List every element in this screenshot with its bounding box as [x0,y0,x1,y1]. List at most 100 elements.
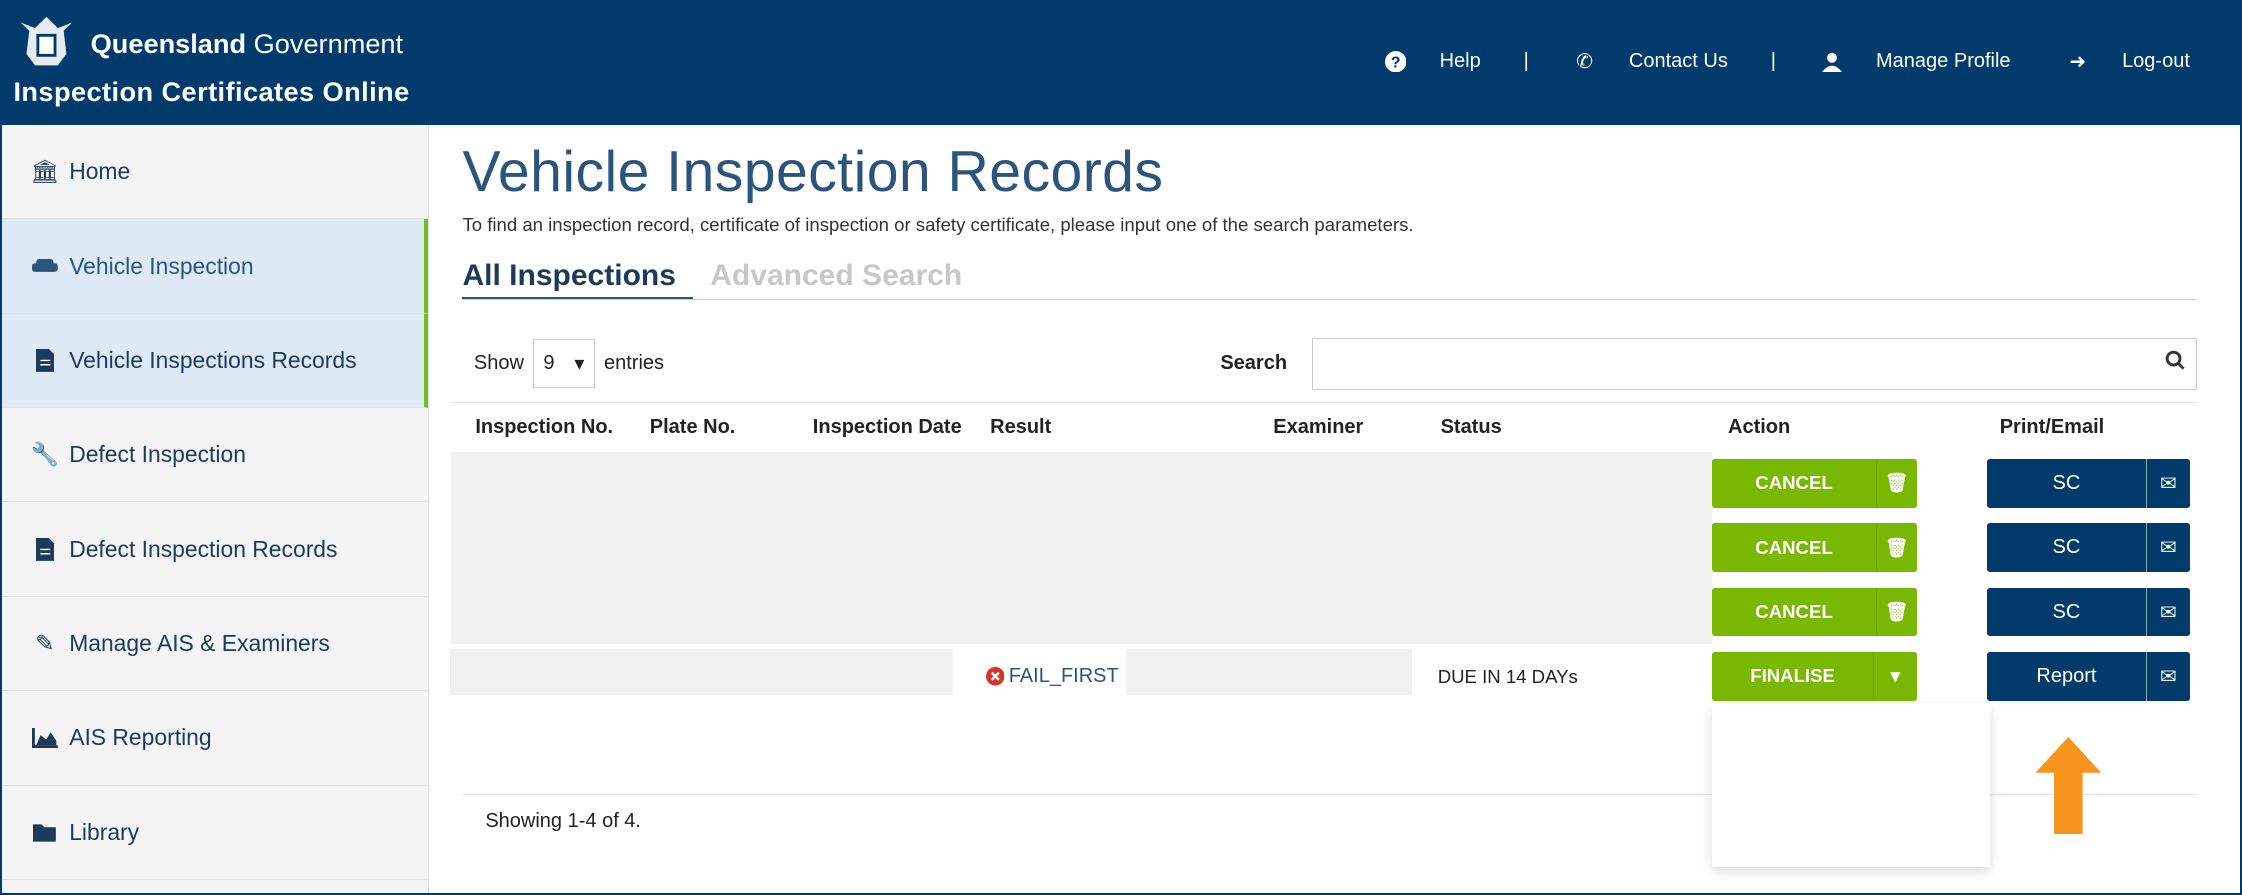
envelope-icon[interactable]: ✉ [2145,652,2190,701]
phone-icon: ✆ [1576,51,1593,74]
entries-value: 9 [543,352,555,375]
sidebar-item-label: Library [69,818,140,845]
brand-light: Government [253,27,404,59]
logout-label: Log-out [2122,50,2190,73]
report-print-button[interactable]: Report ✉ [1986,652,2190,701]
redacted-cell [449,649,953,696]
finalise-dropdown-menu [1712,702,1990,868]
question-circle-icon: ? [1382,50,1408,73]
sc-print-button[interactable]: SC ✉ [1986,587,2190,637]
tab-advanced-search[interactable]: Advanced Search [710,259,979,299]
status-value: DUE IN 14 DAYs [1437,666,1578,688]
trash-icon: 🗑 [1875,523,1917,573]
col-plate-no[interactable]: Plate No. [650,416,736,439]
cancel-button[interactable]: CANCEL 🗑 [1712,523,1917,573]
sidebar-item-label: Defect Inspection Records [69,535,338,562]
help-link[interactable]: ? Help [1382,50,1481,73]
contact-us-link[interactable]: ✆ Contact Us [1572,49,1728,74]
trash-icon: 🗑 [1875,459,1917,508]
table-row: FAIL_FIRST DUE IN 14 DAYs FINALISE ▾ Repo… [449,645,2197,709]
sc-print-button[interactable]: SC ✉ [1986,459,2190,508]
error-circle-icon [985,667,1005,686]
sidebar: 🏛 Home Vehicle Inspection Vehicle Inspect… [2,124,430,894]
envelope-icon[interactable]: ✉ [2145,523,2190,573]
sidebar-item-defect-inspection[interactable]: 🔧 Defect Inspection [2,408,429,503]
result-value: FAIL_FIRST [1008,665,1119,688]
cancel-button[interactable]: CANCEL 🗑 [1712,587,1917,637]
sidebar-item-home[interactable]: 🏛 Home [2,125,429,220]
car-icon [31,258,60,273]
entries-select[interactable]: 9 ▾ [532,339,596,389]
print-label: SC [2052,600,2081,623]
sidebar-item-vehicle-inspection[interactable]: Vehicle Inspection [2,219,429,314]
envelope-icon[interactable]: ✉ [2145,587,2190,637]
file-icon [31,348,60,372]
col-inspection-no[interactable]: Inspection No. [475,416,613,439]
col-status[interactable]: Status [1441,416,1502,439]
sidebar-item-vehicle-inspections-records[interactable]: Vehicle Inspections Records [2,313,429,409]
queensland-crest-logo [20,16,73,65]
search-label: Search [1220,352,1288,375]
sidebar-item-label: Home [69,158,131,185]
tabs: All Inspections Advanced Search [462,259,2198,300]
sign-out-icon: ➜ [2069,51,2087,74]
show-label: Show [473,352,524,375]
tab-all-inspections[interactable]: All Inspections [462,259,694,299]
app-title: Inspection Certificates Online [13,76,410,108]
col-inspection-date[interactable]: Inspection Date [813,416,962,439]
profile-label: Manage Profile [1876,50,2011,73]
print-label: SC [2052,536,2081,559]
user-icon [1819,52,1845,72]
finalise-button[interactable]: FINALISE ▾ [1712,652,1917,701]
cancel-label: CANCEL [1755,472,1833,494]
folder-icon [31,823,60,842]
sidebar-item-defect-inspection-records[interactable]: Defect Inspection Records [2,502,429,597]
print-label: SC [2052,471,2081,494]
sidebar-item-manage-ais-examiners[interactable]: ✎ Manage AIS & Examiners [2,597,429,692]
sc-print-button[interactable]: SC ✉ [1986,523,2190,573]
logout-link[interactable]: ➜ Log-out [2065,49,2190,74]
wrench-icon: 🔧 [30,441,60,468]
brand-bold: Queensland [90,27,247,59]
main-content: Vehicle Inspection Records To find an in… [449,125,2198,832]
brand-name: Queensland Government [91,28,403,60]
cancel-label: CANCEL [1755,601,1833,623]
app-header: Queensland Government Inspection Certifi… [2,2,2241,125]
envelope-icon[interactable]: ✉ [2145,459,2190,508]
redacted-cell [1125,649,1412,696]
sidebar-item-label: AIS Reporting [69,724,212,751]
intro-text: To find an inspection record, certificat… [462,213,1414,235]
sidebar-item-label: Vehicle Inspections Records [69,346,357,373]
trash-icon: 🗑 [1875,587,1917,637]
cancel-label: CANCEL [1755,536,1833,558]
table-row: CANCEL 🗑 SC ✉ [451,581,2197,645]
sidebar-item-label: Defect Inspection [69,441,246,468]
svg-text:?: ? [1390,54,1400,71]
sidebar-item-label: Manage AIS & Examiners [69,630,330,657]
print-label: Report [2036,664,2097,687]
col-examiner[interactable]: Examiner [1273,416,1363,439]
inspections-table: Inspection No. Plate No. Inspection Date… [449,402,2198,709]
area-chart-icon [31,727,60,748]
table-row: CANCEL 🗑 SC ✉ [451,516,2197,580]
search-input[interactable] [1311,338,2198,390]
contact-label: Contact Us [1628,50,1728,73]
sidebar-item-library[interactable]: Library [2,786,429,880]
top-nav: ? Help | ✆ Contact Us | Manage Profile ➜ Lo… [1382,49,2190,74]
manage-profile-link[interactable]: Manage Profile [1819,50,2011,73]
sidebar-item-ais-reporting[interactable]: AIS Reporting [2,691,429,786]
caret-down-icon: ▾ [574,353,585,376]
bank-icon: 🏛 [30,158,60,185]
col-print-email: Print/Email [1999,416,2105,439]
col-action: Action [1728,416,1791,439]
page-title: Vehicle Inspection Records [462,140,1164,205]
table-controls: Show 9 ▾ entries Search [473,338,2198,390]
caret-down-icon[interactable]: ▾ [1872,652,1917,701]
table-row: CANCEL 🗑 SC ✉ [451,452,2197,516]
help-label: Help [1439,50,1481,73]
separator: | [1523,50,1529,73]
file-icon [31,537,60,561]
entries-label: entries [603,352,665,375]
cancel-button[interactable]: CANCEL 🗑 [1712,459,1917,508]
col-result[interactable]: Result [990,416,1051,439]
